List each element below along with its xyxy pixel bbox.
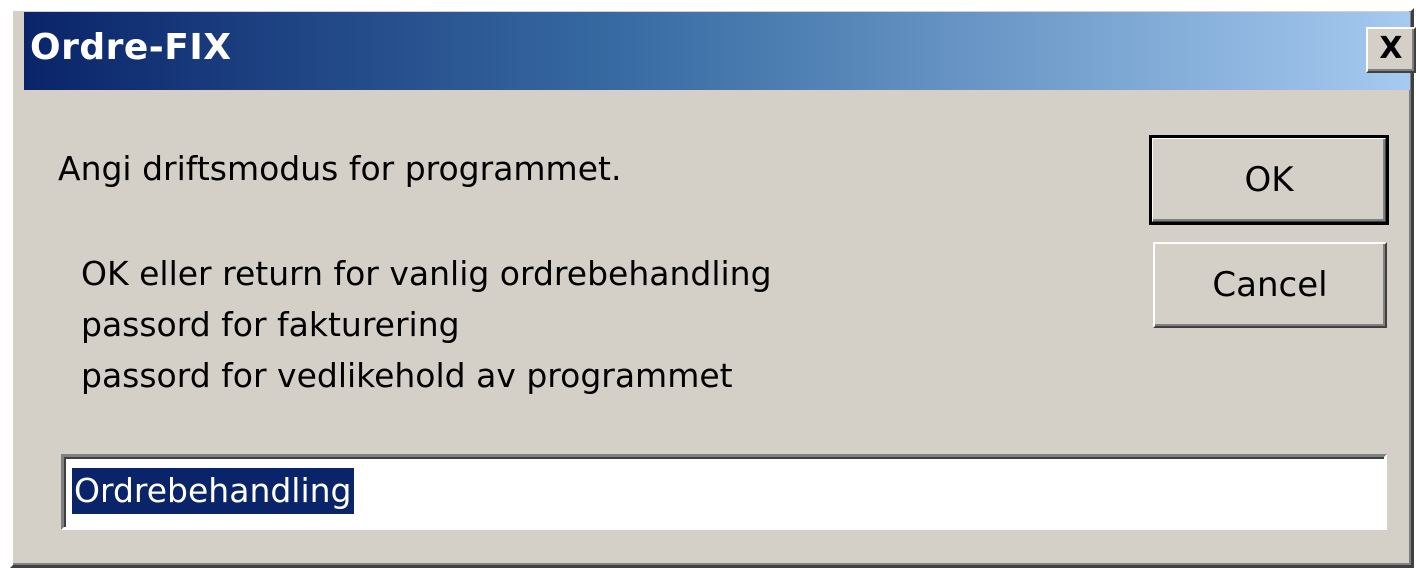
title-bar[interactable]: Ordre-FIX X: [24, 12, 1416, 90]
close-button[interactable]: X: [1366, 27, 1416, 73]
option-line-invoicing: passord for fakturering: [81, 305, 460, 344]
options-list: OK eller return for vanlig ordrebehandli…: [81, 248, 772, 401]
dialog-window: Ordre-FIX X Angi driftsmodus for program…: [10, 8, 1416, 568]
cancel-button[interactable]: Cancel: [1153, 242, 1387, 328]
mode-input-value: Ordrebehandling: [72, 468, 354, 514]
option-line-ok: OK eller return for vanlig ordrebehandli…: [81, 254, 772, 293]
ok-button[interactable]: OK: [1149, 135, 1389, 225]
mode-input[interactable]: Ordrebehandling: [61, 454, 1387, 530]
option-line-maintenance: passord for vedlikehold av programmet: [81, 356, 733, 395]
window-title: Ordre-FIX: [30, 27, 232, 68]
prompt-text: Angi driftsmodus for programmet.: [58, 149, 622, 188]
close-icon: X: [1379, 31, 1403, 66]
